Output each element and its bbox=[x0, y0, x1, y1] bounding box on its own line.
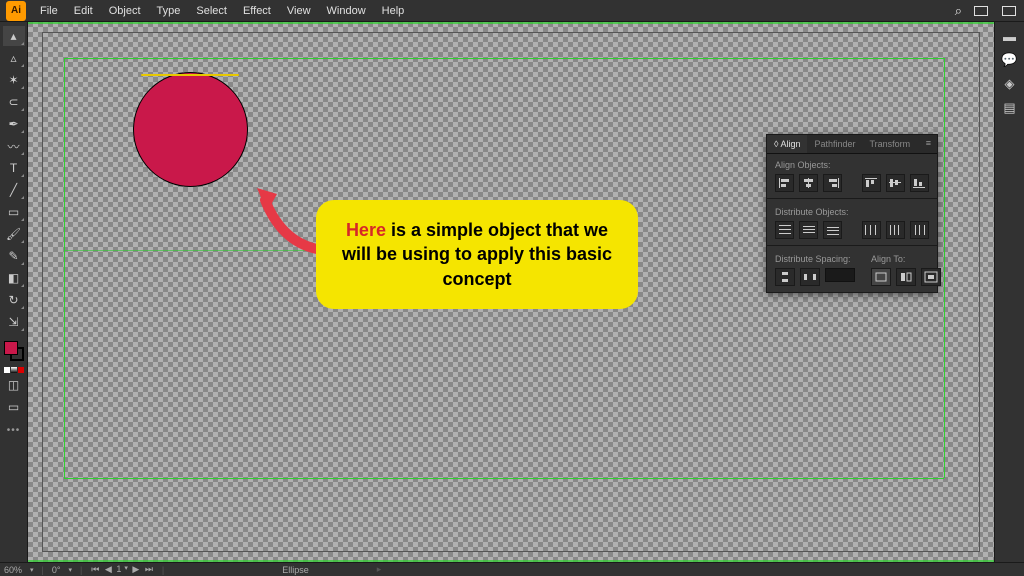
tool-magic-wand[interactable]: ✶ bbox=[3, 70, 25, 90]
tool-shaper[interactable]: ✎ bbox=[3, 246, 25, 266]
tool-rectangle[interactable]: ▭ bbox=[3, 202, 25, 222]
vdist-bottom-button[interactable] bbox=[823, 221, 842, 239]
menu-file[interactable]: File bbox=[32, 2, 66, 20]
menu-effect[interactable]: Effect bbox=[235, 2, 279, 20]
tab-pathfinder[interactable]: Pathfinder bbox=[807, 135, 862, 153]
tool-line[interactable]: ╱ bbox=[3, 180, 25, 200]
tool-eraser[interactable]: ◧ bbox=[3, 268, 25, 288]
selection-info: Ellipse bbox=[282, 565, 309, 575]
vspace-button[interactable] bbox=[775, 268, 795, 286]
next-artboard-icon[interactable]: ▶ bbox=[131, 564, 141, 575]
layers-panel-icon[interactable]: ◈ bbox=[1001, 76, 1019, 92]
ellipse-object[interactable] bbox=[133, 72, 248, 187]
tool-brush[interactable]: 🖌 bbox=[3, 224, 25, 244]
last-artboard-icon[interactable]: ⏭ bbox=[144, 564, 154, 575]
search-icon[interactable]: ⌕ bbox=[955, 3, 962, 19]
draw-mode[interactable]: ◫ bbox=[3, 375, 25, 395]
annotation-callout: Here is a simple object that we will be … bbox=[316, 200, 638, 309]
align-to-label: Align To: bbox=[871, 254, 941, 264]
arrange-icon[interactable] bbox=[1002, 6, 1016, 16]
spacing-value-input[interactable] bbox=[825, 268, 855, 282]
panel-controls: « × bbox=[921, 125, 935, 135]
align-to-selection-button[interactable] bbox=[871, 268, 891, 286]
align-left-button[interactable] bbox=[775, 174, 794, 192]
hdist-right-button[interactable] bbox=[910, 221, 929, 239]
distribute-spacing-label: Distribute Spacing: bbox=[775, 254, 855, 264]
tool-rotate[interactable]: ↻ bbox=[3, 290, 25, 310]
align-top-button[interactable] bbox=[862, 174, 881, 192]
menu-object[interactable]: Object bbox=[101, 2, 149, 20]
hspace-button[interactable] bbox=[800, 268, 820, 286]
tool-pen[interactable]: ✒ bbox=[3, 114, 25, 134]
menu-bar: Ai File Edit Object Type Select Effect V… bbox=[0, 0, 1024, 22]
menu-edit[interactable]: Edit bbox=[66, 2, 101, 20]
properties-panel-icon[interactable]: ▬ bbox=[1001, 28, 1019, 44]
align-to-key-button[interactable] bbox=[896, 268, 916, 286]
align-right-button[interactable] bbox=[823, 174, 842, 192]
hdist-center-button[interactable] bbox=[886, 221, 905, 239]
align-objects-label: Align Objects: bbox=[775, 160, 929, 170]
color-swatches[interactable] bbox=[3, 340, 25, 362]
edit-toolbar[interactable]: ••• bbox=[7, 425, 21, 436]
status-bar: 60%▾ | 0°▾ | ⏮ ◀ 1 ▾ ▶ ⏭ | Ellipse ▸ bbox=[0, 562, 1024, 576]
artboard-nav: ⏮ ◀ 1 ▾ ▶ ⏭ bbox=[90, 564, 154, 575]
app-icon: Ai bbox=[6, 1, 26, 21]
tool-scale[interactable]: ⇲ bbox=[3, 312, 25, 332]
prev-artboard-icon[interactable]: ◀ bbox=[103, 564, 113, 575]
tool-type[interactable]: T bbox=[3, 158, 25, 178]
align-panel[interactable]: « × ◊ Align Pathfinder Transform ≡ Align… bbox=[766, 134, 938, 293]
panel-menu-icon[interactable]: ≡ bbox=[920, 135, 937, 153]
right-panel-dock: ▬ 💬 ◈ ▤ bbox=[994, 22, 1024, 570]
first-artboard-icon[interactable]: ⏮ bbox=[90, 564, 100, 575]
canvas[interactable]: Here is a simple object that we will be … bbox=[28, 22, 994, 562]
menu-view[interactable]: View bbox=[279, 2, 319, 20]
panel-close-icon[interactable]: × bbox=[930, 125, 935, 135]
align-vcenter-button[interactable] bbox=[886, 174, 905, 192]
ellipse-highlight bbox=[141, 74, 239, 76]
menu-window[interactable]: Window bbox=[319, 2, 374, 20]
hdist-left-button[interactable] bbox=[862, 221, 881, 239]
tab-align[interactable]: ◊ Align bbox=[767, 135, 807, 153]
fill-color[interactable] bbox=[4, 341, 18, 355]
artboard-number[interactable]: 1 bbox=[116, 564, 121, 575]
tool-direct-selection[interactable]: ▵ bbox=[3, 48, 25, 68]
screen-mode[interactable]: ▭ bbox=[3, 397, 25, 417]
zoom-level[interactable]: 60% bbox=[4, 565, 22, 575]
color-mode-toggles[interactable] bbox=[4, 367, 24, 373]
menu-type[interactable]: Type bbox=[149, 2, 189, 20]
tool-lasso[interactable]: ⊂ bbox=[3, 92, 25, 112]
vdist-top-button[interactable] bbox=[775, 221, 794, 239]
toolbar: ▴ ▵ ✶ ⊂ ✒ 〰 T ╱ ▭ 🖌 ✎ ◧ ↻ ⇲ ◫ ▭ ••• bbox=[0, 22, 28, 570]
vdist-center-button[interactable] bbox=[799, 221, 818, 239]
tool-selection[interactable]: ▴ bbox=[3, 26, 25, 46]
callout-highlight: Here bbox=[346, 220, 386, 240]
align-bottom-button[interactable] bbox=[910, 174, 929, 192]
menu-select[interactable]: Select bbox=[188, 2, 235, 20]
comments-panel-icon[interactable]: 💬 bbox=[1001, 52, 1019, 68]
tool-curvature[interactable]: 〰 bbox=[3, 136, 25, 156]
align-to-artboard-button[interactable] bbox=[921, 268, 941, 286]
distribute-objects-label: Distribute Objects: bbox=[775, 207, 929, 217]
workspace-icon[interactable] bbox=[974, 6, 988, 16]
align-hcenter-button[interactable] bbox=[799, 174, 818, 192]
panel-collapse-icon[interactable]: « bbox=[921, 125, 926, 135]
tab-transform[interactable]: Transform bbox=[863, 135, 918, 153]
libraries-panel-icon[interactable]: ▤ bbox=[1001, 100, 1019, 116]
rotate-value[interactable]: 0° bbox=[52, 565, 61, 575]
menu-help[interactable]: Help bbox=[374, 2, 413, 20]
